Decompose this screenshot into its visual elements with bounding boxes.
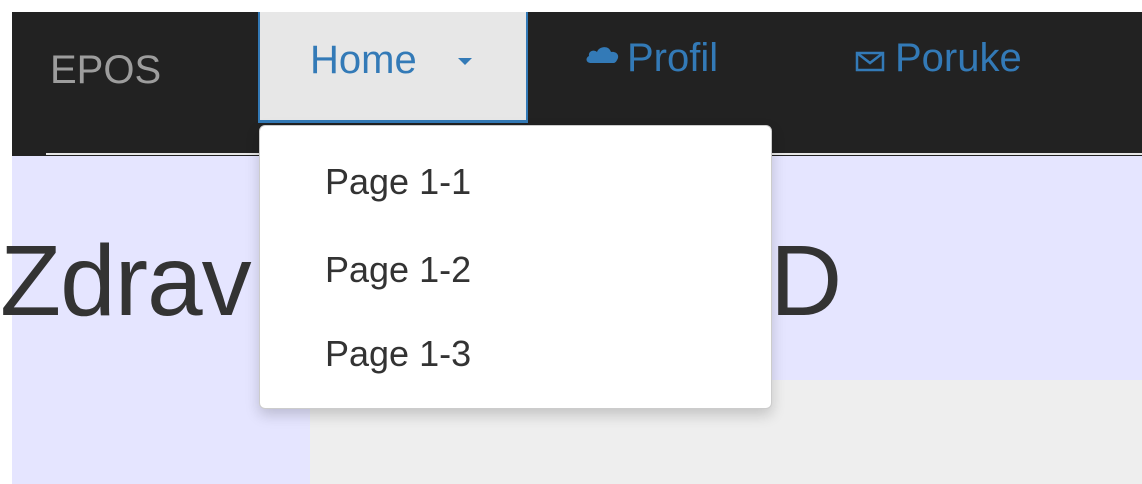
dropdown-item-page-1-1[interactable]: Page 1-1 — [325, 160, 471, 204]
nav-home-label: Home — [310, 38, 417, 82]
cloud-icon — [586, 47, 619, 63]
brand-link[interactable]: EPOS — [50, 46, 161, 94]
page-heading-start: Zdrav — [0, 225, 252, 337]
nav-poruke-label: Poruke — [895, 36, 1022, 80]
page-heading-end: D — [770, 225, 843, 337]
envelope-icon — [855, 51, 885, 72]
caret-down-icon — [458, 58, 472, 65]
nav-item-poruke[interactable]: Poruke — [855, 34, 1022, 82]
dropdown-item-page-1-3[interactable]: Page 1-3 — [325, 332, 471, 376]
nav-item-profil[interactable]: Profil — [585, 34, 718, 82]
nav-profil-label: Profil — [627, 36, 719, 80]
dropdown-item-page-1-2[interactable]: Page 1-2 — [325, 248, 471, 292]
nav-item-home[interactable]: Home — [258, 12, 528, 123]
page: Zdrav D EPOS Home Profil Poruke Page 1-1… — [0, 0, 1142, 484]
